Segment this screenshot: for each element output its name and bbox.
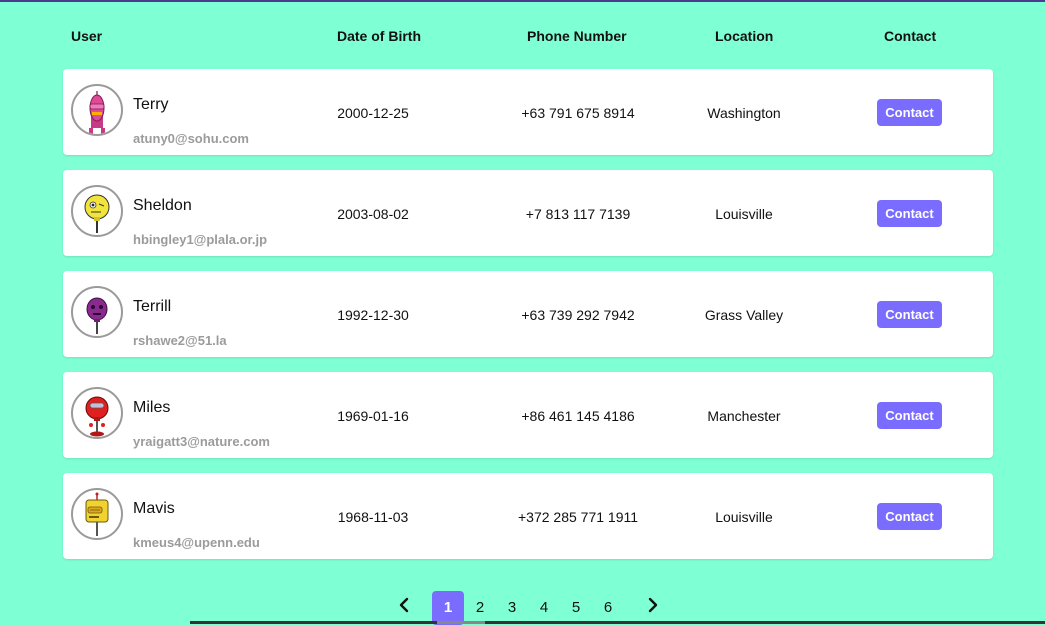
contact-button[interactable]: Contact [877,200,942,227]
user-name: Terry [133,96,169,113]
phone-number: +7 813 117 7139 [525,206,631,222]
table-row: Terrill rshawe2@51.la 1992-12-30 +63 739… [63,271,993,357]
table-row: Sheldon hbingley1@plala.or.jp 2003-08-02… [63,170,993,256]
phone-number: +372 285 771 1911 [517,509,639,525]
column-header-date-of-birth: Date of Birth [337,28,421,44]
column-header-location: Location [715,28,774,44]
location: Washington [707,105,781,121]
user-email: rshawe2@51.la [133,333,227,348]
column-header-contact: Contact [884,28,937,44]
user-email: yraigatt3@nature.com [133,434,270,449]
location: Louisville [715,206,773,222]
user-table-body: Terry atuny0@sohu.com 2000-12-25 +63 791… [63,69,993,574]
table-row: Miles yraigatt3@nature.com 1969-01-16 +8… [63,372,993,458]
contact-button[interactable]: Contact [877,301,942,328]
robot-avatar-icon [86,297,108,334]
page-button-2[interactable]: 2 [464,591,496,625]
location: Grass Valley [704,307,784,323]
page-button-5[interactable]: 5 [560,591,592,625]
avatar [71,84,123,136]
date-of-birth: 1968-11-03 [337,509,409,525]
table-header: User Date of Birth Phone Number Location… [0,28,1045,48]
date-of-birth: 1992-12-30 [337,307,409,323]
avatar [71,488,123,540]
user-email: kmeus4@upenn.edu [133,535,260,550]
contact-button[interactable]: Contact [877,402,942,429]
avatar [71,185,123,237]
user-email: atuny0@sohu.com [133,131,249,146]
page-button-3[interactable]: 3 [496,591,528,625]
location: Louisville [715,509,773,525]
contact-button[interactable]: Contact [877,503,942,530]
contact-button[interactable]: Contact [877,99,942,126]
window-top-border [0,0,1045,2]
pagination: 1 2 3 4 5 6 [0,591,1045,625]
table-row: Mavis kmeus4@upenn.edu 1968-11-03 +372 2… [63,473,993,559]
phone-number: +63 739 292 7942 [521,307,635,323]
page-button-1[interactable]: 1 [432,591,464,625]
user-name: Terrill [133,298,172,315]
location: Manchester [707,408,781,424]
user-name: Sheldon [133,197,192,214]
table-row: Terry atuny0@sohu.com 2000-12-25 +63 791… [63,69,993,155]
page-button-6[interactable]: 6 [592,591,624,625]
column-header-user: User [71,28,103,44]
date-of-birth: 1969-01-16 [337,408,409,424]
date-of-birth: 2003-08-02 [337,206,409,222]
column-header-phone-number: Phone Number [527,28,627,44]
robot-avatar-icon [85,396,109,437]
avatar [71,387,123,439]
user-email: hbingley1@plala.or.jp [133,232,268,247]
user-name: Mavis [133,500,175,517]
chevron-right-icon[interactable] [647,597,659,617]
avatar [71,286,123,338]
robot-avatar-icon [89,91,105,134]
phone-number: +63 791 675 8914 [521,105,635,121]
robot-avatar-icon [85,492,109,536]
user-name: Miles [133,399,171,416]
phone-number: +86 461 145 4186 [521,408,635,424]
date-of-birth: 2000-12-25 [337,105,409,121]
page-button-4[interactable]: 4 [528,591,560,625]
robot-avatar-icon [84,194,110,233]
chevron-left-icon[interactable] [398,597,410,617]
